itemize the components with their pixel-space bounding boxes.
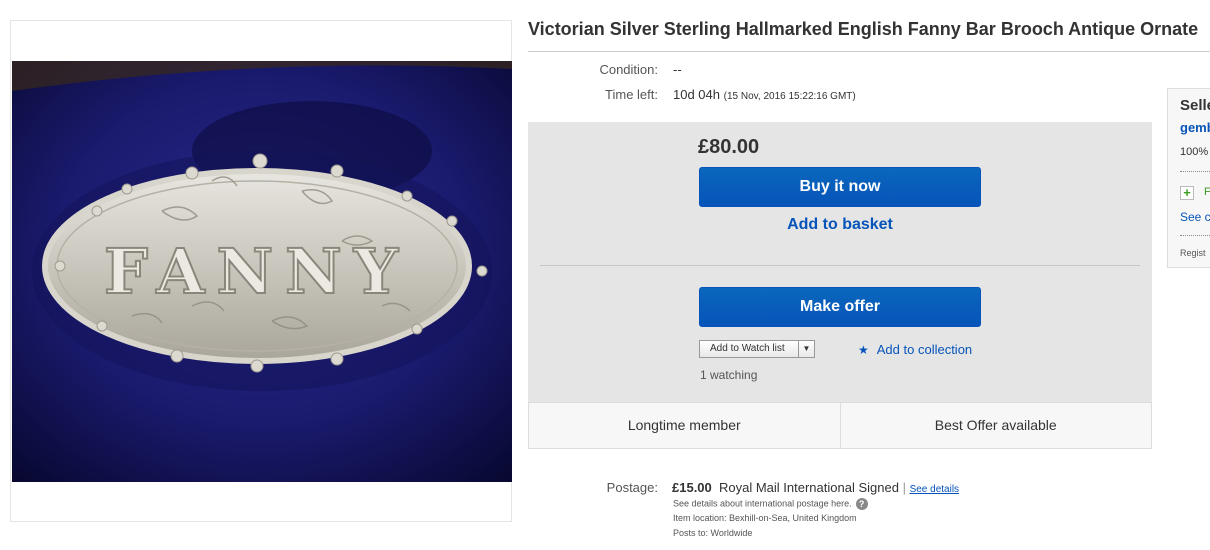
- make-offer-button[interactable]: Make offer: [699, 287, 981, 327]
- see-other-items-link[interactable]: See c: [1180, 210, 1210, 224]
- product-photo[interactable]: FANNY: [12, 61, 512, 482]
- price: £80.00: [698, 136, 760, 158]
- brooch-engraving: FANNY: [104, 235, 410, 308]
- image-panel: FANNY: [10, 20, 512, 522]
- time-left-value: 10d 04h (15 Nov, 2016 15:22:16 GMT): [673, 87, 856, 102]
- condition-value: --: [673, 62, 682, 77]
- help-icon[interactable]: ?: [855, 498, 868, 510]
- postage-service: Royal Mail International Signed: [719, 480, 899, 495]
- seller-divider-2: [1180, 235, 1210, 236]
- seller-name-link[interactable]: gemb: [1180, 120, 1210, 135]
- seller-registered: Regist: [1180, 248, 1206, 258]
- add-to-collection-label: Add to collection: [876, 342, 973, 357]
- seller-panel-title: Selle: [1180, 97, 1210, 114]
- title-divider: [528, 51, 1210, 52]
- add-to-collection-link[interactable]: ★ Add to collection: [858, 342, 972, 357]
- watching-count: 1 watching: [700, 368, 758, 382]
- badge-longtime-member: Longtime member: [627, 417, 741, 433]
- seller-badges: Longtime member Best Offer available: [528, 402, 1152, 449]
- watch-list-label: Add to Watch list: [710, 343, 785, 354]
- add-to-watch-list-select[interactable]: Add to Watch list ▼: [699, 340, 815, 358]
- badge-best-offer: Best Offer available: [839, 403, 1152, 448]
- chevron-down-icon[interactable]: ▼: [798, 341, 814, 357]
- follow-seller-link[interactable]: F: [1204, 186, 1210, 198]
- brooch-image: FANNY: [12, 61, 512, 482]
- time-left-end: (15 Nov, 2016 15:22:16 GMT): [723, 91, 856, 102]
- postage-separator: |: [902, 480, 906, 495]
- buy-box-divider: [540, 265, 1140, 266]
- postage-cost: £15.00: [672, 480, 712, 495]
- listing-title: Victorian Silver Sterling Hallmarked Eng…: [528, 19, 1199, 39]
- international-postage-note: See details about international postage …: [673, 498, 868, 510]
- add-to-basket-link[interactable]: Add to basket: [699, 216, 981, 234]
- buy-it-now-button[interactable]: Buy it now: [699, 167, 981, 207]
- seller-info-panel: Selle gemb 100% + F See c Regist: [1167, 88, 1210, 268]
- postage-label: Postage:: [606, 480, 658, 495]
- seller-divider: [1180, 171, 1210, 172]
- plus-icon[interactable]: +: [1180, 186, 1194, 200]
- time-left-remaining: 10d 04h: [673, 87, 720, 102]
- item-location: Item location: Bexhill-on-Sea, United Ki…: [673, 513, 857, 523]
- seller-feedback: 100%: [1180, 146, 1209, 158]
- buy-box: £80.00 Buy it now Add to basket Make off…: [528, 122, 1152, 449]
- condition-label: Condition:: [599, 62, 658, 77]
- posts-to: Posts to: Worldwide: [673, 528, 753, 538]
- postage-line: £15.00 Royal Mail International Signed |…: [672, 480, 959, 495]
- time-left-label: Time left:: [605, 87, 658, 102]
- postage-see-details-link[interactable]: See details: [910, 484, 959, 495]
- international-postage-text: See details about international postage …: [673, 498, 852, 509]
- star-icon: ★: [858, 343, 869, 357]
